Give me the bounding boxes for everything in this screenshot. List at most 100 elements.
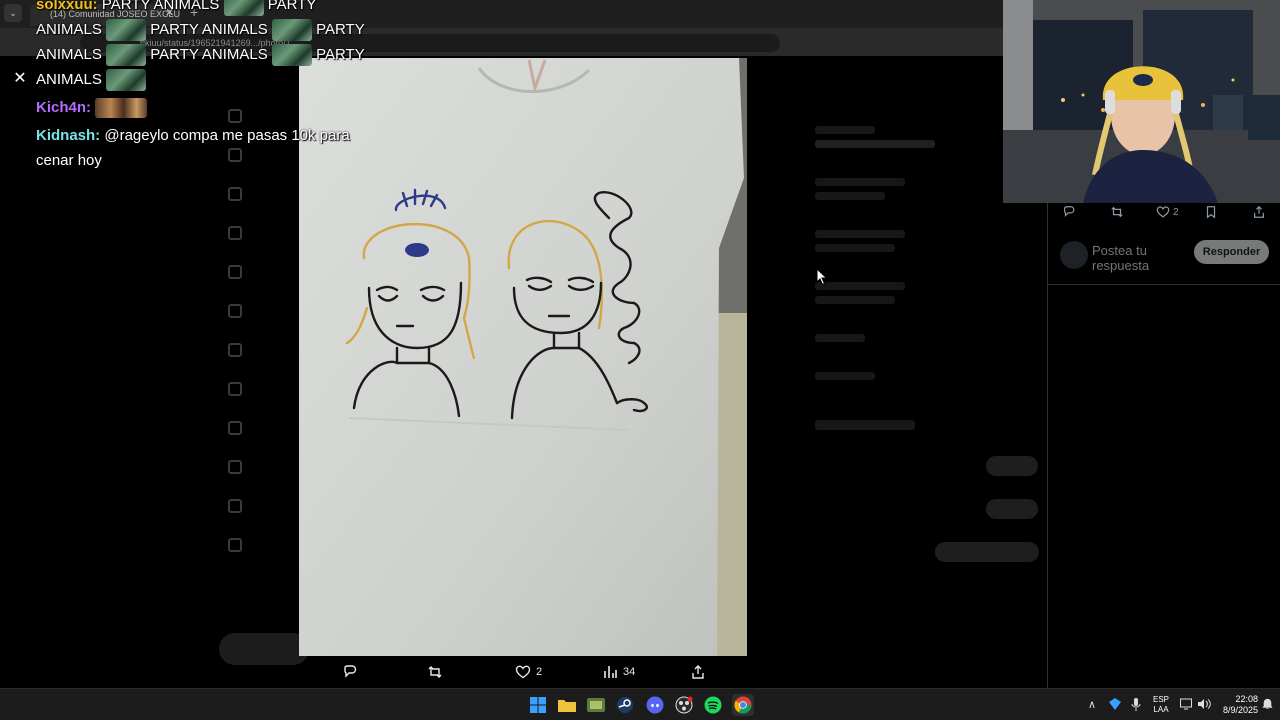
dim-follow-button	[935, 542, 1039, 562]
avatar	[1060, 241, 1088, 269]
photo-action-bar: 2 34	[330, 662, 720, 684]
dim-line	[815, 192, 885, 200]
panel-bookmark-action[interactable]	[1204, 205, 1218, 219]
chat-text: ANIMALS	[36, 46, 102, 63]
chat-text: ANIMALS	[36, 21, 102, 38]
app-icon[interactable]	[585, 694, 607, 716]
chat-message-continued: cenar hoy	[36, 148, 356, 173]
chat-text: ANIMALS	[36, 71, 102, 88]
dim-follow-button	[986, 499, 1038, 519]
reply-button[interactable]: Responder	[1194, 240, 1269, 264]
organizations-icon	[228, 460, 242, 474]
chat-text: PARTY	[316, 21, 365, 38]
clock-time: 22:08	[1235, 694, 1258, 704]
dim-line	[815, 296, 895, 304]
chat-message: Kidnash: @rageylo compa me pasas 10k par…	[36, 123, 356, 148]
dim-line	[815, 140, 935, 148]
lang-code: ESP	[1152, 695, 1169, 704]
network-icon[interactable]	[1180, 698, 1192, 720]
dim-line	[815, 372, 875, 380]
panel-share-action[interactable]	[1252, 205, 1266, 219]
dimmed-right-sidebar	[815, 116, 1045, 716]
reply-composer: Postea tu respuesta Responder	[1048, 233, 1280, 285]
tray-app-icon[interactable]	[1109, 698, 1121, 720]
repost-icon	[428, 666, 442, 678]
tshirt-drawing-photo	[299, 58, 747, 656]
panel-like-count: 2	[1173, 206, 1179, 218]
chat-text: PARTY ANIMALS	[150, 46, 268, 63]
share-icon	[692, 665, 704, 679]
close-viewer-icon[interactable]: ✕	[10, 68, 30, 88]
grok-icon	[228, 265, 242, 279]
spotify-icon[interactable]	[702, 694, 724, 716]
chat-message-continued: ANIMALS PARTY ANIMALS PARTY	[36, 42, 365, 67]
steam-icon[interactable]	[614, 694, 636, 716]
more-icon	[228, 538, 242, 552]
emote-icon	[271, 44, 312, 67]
repost-icon	[1111, 206, 1123, 218]
chat-text: PARTY	[316, 46, 365, 63]
panel-like-action[interactable]: 2	[1156, 205, 1179, 219]
repost-action[interactable]	[427, 662, 443, 682]
bookmarks-icon	[228, 343, 242, 357]
discord-icon[interactable]	[644, 694, 666, 716]
dim-line	[815, 244, 895, 252]
emote-icon	[106, 19, 147, 42]
file-explorer-icon[interactable]	[556, 694, 578, 716]
profile-icon	[228, 499, 242, 513]
reply-input[interactable]: Postea tu respuesta	[1092, 243, 1192, 273]
chat-username: solxxuu:	[36, 0, 98, 13]
reply-panel: 2 Postea tu respuesta Responder	[1047, 203, 1280, 688]
panel-repost-action[interactable]	[1110, 205, 1124, 219]
chrome-icon[interactable]	[732, 694, 754, 716]
microphone-icon[interactable]	[1131, 698, 1141, 720]
emote-icon	[106, 69, 147, 92]
messages-icon	[228, 226, 242, 240]
chat-username: Kidnash:	[36, 127, 101, 144]
chat-message-continued: ANIMALS	[36, 67, 356, 92]
chat-message: Kich4n:	[36, 95, 356, 120]
dim-line	[815, 230, 905, 238]
notification-bell-icon[interactable]	[1262, 698, 1273, 720]
post-photo	[299, 58, 747, 656]
start-icon[interactable]	[527, 694, 549, 716]
chat-text: PARTY ANIMALS	[101, 0, 220, 13]
windows-taskbar: ∧ ESP LAA 22:08 8/9/2025	[0, 688, 1280, 720]
dim-line	[815, 282, 905, 290]
jobs-icon	[228, 382, 242, 396]
reply-action[interactable]	[342, 662, 358, 682]
premium-icon	[228, 304, 242, 318]
obs-icon[interactable]	[673, 694, 695, 716]
emote-icon	[271, 19, 312, 42]
reply-icon	[344, 665, 357, 678]
emote-icon	[106, 44, 147, 67]
panel-reply-action[interactable]	[1062, 205, 1076, 219]
language-indicator[interactable]: ESP LAA	[1152, 695, 1170, 715]
views-count: 34	[623, 666, 636, 678]
stream-chat-overlay: solxxuu: PARTY ANIMALS PARTY ANIMALS PAR…	[36, 0, 365, 173]
tab-search-icon[interactable]: ⌄	[4, 4, 22, 22]
tray-chevron-icon[interactable]: ∧	[1088, 698, 1096, 720]
heart-icon	[515, 665, 531, 679]
emote-icon	[95, 98, 148, 119]
views-icon	[604, 666, 617, 678]
mouse-cursor-icon	[816, 268, 828, 286]
share-action[interactable]	[690, 662, 706, 682]
dim-line	[815, 178, 905, 186]
volume-icon[interactable]	[1197, 698, 1211, 720]
system-clock[interactable]: 22:08 8/9/2025	[1218, 694, 1258, 716]
reply-icon	[1064, 206, 1075, 217]
views-action[interactable]: 34	[602, 662, 635, 682]
dim-follow-button	[986, 456, 1038, 476]
clock-date: 8/9/2025	[1222, 705, 1258, 715]
chat-text: PARTY	[267, 0, 317, 13]
like-count: 2	[536, 666, 543, 678]
webcam-overlay	[1003, 0, 1280, 203]
chat-text: PARTY ANIMALS	[150, 21, 268, 38]
like-action[interactable]: 2	[515, 662, 542, 682]
notifications-icon	[228, 187, 242, 201]
dim-line	[815, 334, 865, 342]
chat-message-continued: ANIMALS PARTY ANIMALS PARTY	[36, 17, 365, 42]
bookmark-icon	[1206, 206, 1216, 219]
emote-icon	[223, 0, 264, 17]
